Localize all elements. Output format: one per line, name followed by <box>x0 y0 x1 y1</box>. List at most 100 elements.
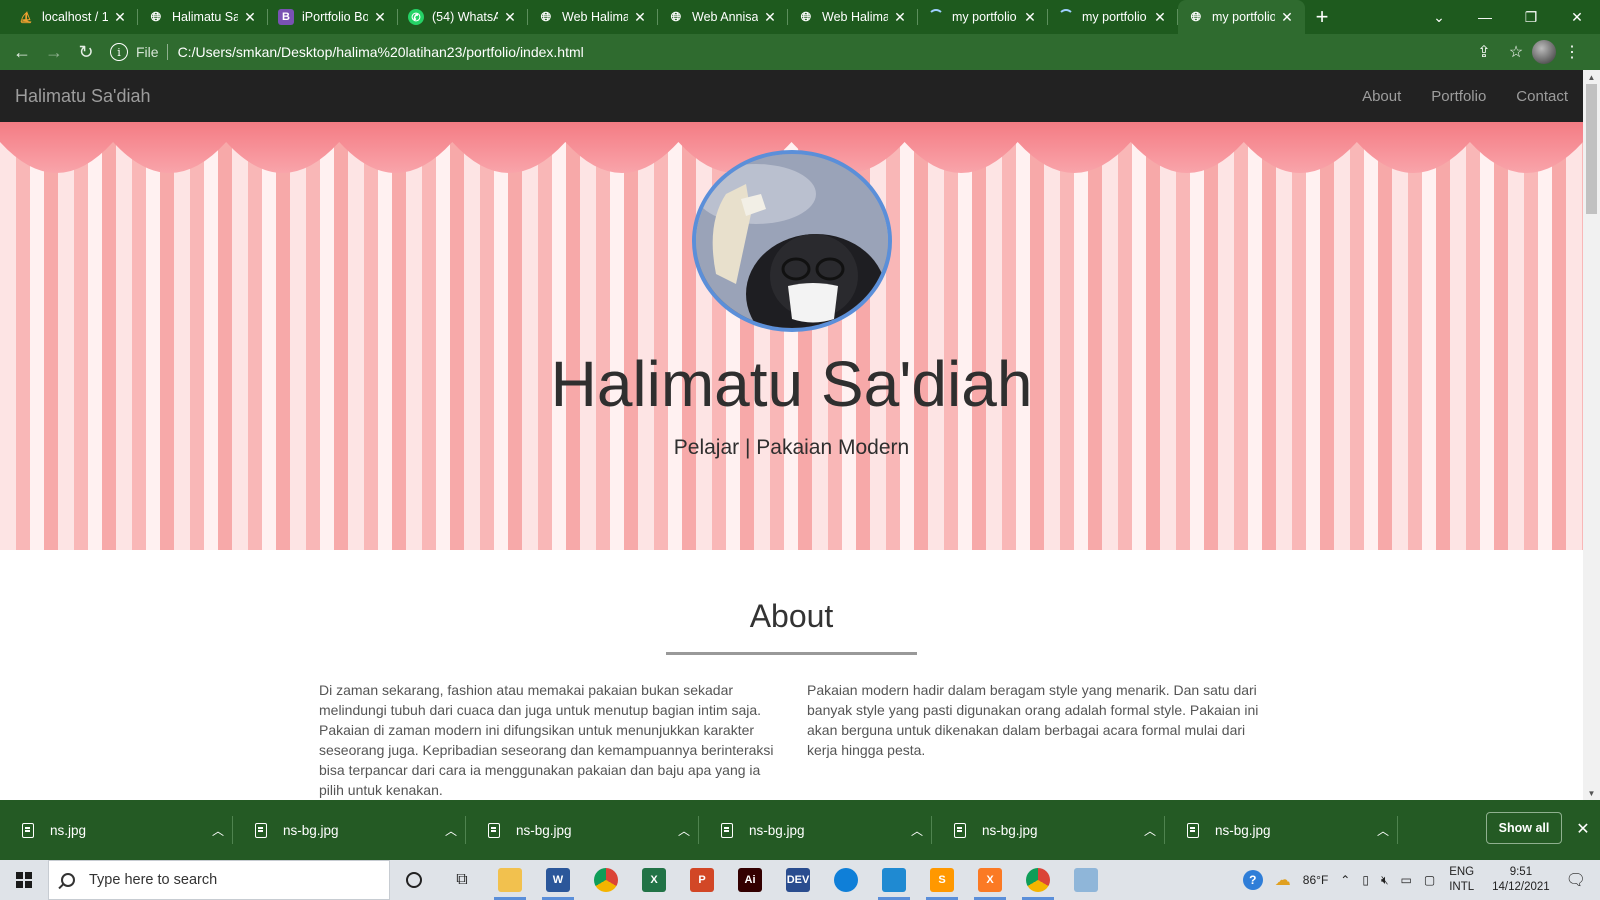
excel-icon: X <box>642 868 666 892</box>
browser-tab-strip: ⛵︎ localhost / 1 ✕ 🌐︎ Halimatu Sa' ✕ BiPortfol… <box>0 0 1600 34</box>
bookmark-star-icon[interactable]: ☆ <box>1500 36 1532 68</box>
taskbar-app[interactable] <box>870 860 918 900</box>
weather-temperature[interactable]: 86°F <box>1303 873 1328 887</box>
forward-button[interactable]: → <box>38 36 70 68</box>
profile-photo-illustration <box>696 154 888 328</box>
task-view-icon: ⧉ <box>456 871 468 888</box>
word-icon: W <box>546 868 570 892</box>
share-icon[interactable]: ⇪ <box>1468 36 1500 68</box>
help-icon[interactable]: ? <box>1242 870 1263 890</box>
start-button[interactable] <box>0 860 48 900</box>
taskbar-app[interactable]: X <box>630 860 678 900</box>
tab-close-icon[interactable]: ✕ <box>892 9 908 25</box>
download-item[interactable]: ns-bg.jpg ︿ <box>466 800 699 860</box>
tab-close-icon[interactable]: ✕ <box>632 9 648 25</box>
close-window-button[interactable]: ✕ <box>1554 0 1600 34</box>
keyboard-layout: INTL <box>1449 881 1475 893</box>
download-item[interactable]: ns-bg.jpg ︿ <box>932 800 1165 860</box>
hero-section: Halimatu Sa'diah Pelajar | Pakaian Moder… <box>0 122 1583 550</box>
show-all-downloads-button[interactable]: Show all <box>1486 812 1562 844</box>
scrollbar-thumb[interactable] <box>1586 84 1597 214</box>
restore-button[interactable]: ❐ <box>1508 0 1554 34</box>
tab-title: (54) WhatsAp <box>432 10 498 24</box>
reload-button[interactable]: ↻ <box>70 36 102 68</box>
download-item[interactable]: ns-bg.jpg ︿ <box>233 800 466 860</box>
url-text[interactable]: C:/Users/smkan/Desktop/halima%20latihan2… <box>178 44 584 60</box>
xampp-icon: X <box>978 868 1002 892</box>
address-bar[interactable]: i File C:/Users/smkan/Desktop/halima%20l… <box>110 38 1468 66</box>
taskbar-search-box[interactable]: Type here to search <box>48 860 390 900</box>
site-info-icon[interactable]: i <box>110 43 128 61</box>
download-item[interactable]: ns-bg.jpg ︿ <box>1165 800 1398 860</box>
taskbar-app[interactable]: X <box>966 860 1014 900</box>
tab-close-icon[interactable]: ✕ <box>502 9 518 25</box>
taskbar-app[interactable]: W <box>534 860 582 900</box>
new-tab-button[interactable]: + <box>1305 0 1339 34</box>
download-options-chevron-icon[interactable]: ︿ <box>1135 822 1165 839</box>
tab-close-icon[interactable]: ✕ <box>1022 9 1038 25</box>
taskbar-clock[interactable]: 9:51 14/12/2021 <box>1492 865 1550 895</box>
download-options-chevron-icon[interactable]: ︿ <box>669 822 699 839</box>
tray-overflow-chevron-icon[interactable]: ⌃ <box>1340 873 1350 887</box>
close-download-shelf-icon[interactable]: ✕ <box>1572 818 1594 840</box>
clock-time: 9:51 <box>1509 866 1533 878</box>
tab-close-icon[interactable]: ✕ <box>762 9 778 25</box>
taskbar-app[interactable] <box>822 860 870 900</box>
file-scheme-label: File <box>136 44 159 60</box>
tab-close-icon[interactable]: ✕ <box>112 9 128 25</box>
tab-close-icon[interactable]: ✕ <box>372 9 388 25</box>
speaker-muted-icon[interactable]: 🔇︎ <box>1381 873 1389 888</box>
taskbar-app[interactable] <box>1014 860 1062 900</box>
browser-tab[interactable]: 🌐︎ Web Annisa ✕ <box>658 0 788 34</box>
browser-tab[interactable]: BiPortfolio Bo ✕ <box>268 0 398 34</box>
tab-close-icon[interactable]: ✕ <box>242 9 258 25</box>
input-language-indicator[interactable]: ENG INTL <box>1449 865 1474 895</box>
notification-center-icon[interactable]: 🗨︎ <box>1566 870 1586 890</box>
loading-spinner-icon <box>1058 9 1074 25</box>
globe-icon: 🌐︎ <box>540 9 552 24</box>
browser-tab[interactable]: 🌐︎ Web Halimat ✕ <box>788 0 918 34</box>
site-brand-link[interactable]: Halimatu Sa'diah <box>15 86 151 107</box>
weather-sun-cloud-icon[interactable]: ☁ <box>1275 870 1291 890</box>
display-icon[interactable]: ▢ <box>1424 873 1435 887</box>
minimize-button[interactable]: — <box>1462 0 1508 34</box>
download-options-chevron-icon[interactable]: ︿ <box>1368 822 1398 839</box>
taskbar-app[interactable]: S <box>918 860 966 900</box>
nav-link-contact[interactable]: Contact <box>1516 88 1568 105</box>
browser-tab[interactable]: my portfolio ✕ <box>1048 0 1178 34</box>
download-options-chevron-icon[interactable]: ︿ <box>436 822 466 839</box>
profile-avatar-icon[interactable] <box>1532 40 1556 64</box>
menu-kebab-icon[interactable]: ⋮ <box>1556 36 1588 68</box>
taskbar-app[interactable] <box>582 860 630 900</box>
cortana-button[interactable] <box>390 860 438 900</box>
nav-link-portfolio[interactable]: Portfolio <box>1431 88 1486 105</box>
download-item[interactable]: ns-bg.jpg ︿ <box>699 800 932 860</box>
taskbar-app[interactable] <box>1062 860 1110 900</box>
back-button[interactable]: ← <box>6 36 38 68</box>
taskbar-app[interactable]: P <box>678 860 726 900</box>
browser-tab[interactable]: 🌐︎ my portfolio ✕ <box>1178 0 1305 34</box>
browser-tab[interactable]: 🌐︎ Web Halima ✕ <box>528 0 658 34</box>
scroll-up-arrow-icon[interactable]: ▲ <box>1583 70 1600 84</box>
browser-tab[interactable]: ⛵︎ localhost / 1 ✕ <box>8 0 138 34</box>
browser-tab[interactable]: my portfolio ✕ <box>918 0 1048 34</box>
powerpoint-icon: P <box>690 868 714 892</box>
bootstrap-icon: B <box>278 9 294 25</box>
task-view-button[interactable]: ⧉ <box>438 860 486 900</box>
download-options-chevron-icon[interactable]: ︿ <box>203 822 233 839</box>
browser-tab[interactable]: 🌐︎ Halimatu Sa' ✕ <box>138 0 268 34</box>
tab-close-icon[interactable]: ✕ <box>1152 9 1168 25</box>
usb-device-icon[interactable]: ▯ <box>1362 873 1369 887</box>
taskbar-app[interactable]: Ai <box>726 860 774 900</box>
scroll-down-arrow-icon[interactable]: ▼ <box>1583 786 1600 800</box>
tab-search-icon[interactable]: ⌄ <box>1416 0 1462 34</box>
page-scrollbar[interactable]: ▲ ▼ <box>1583 70 1600 800</box>
tab-close-icon[interactable]: ✕ <box>1279 9 1295 25</box>
browser-tab[interactable]: ✆ (54) WhatsAp ✕ <box>398 0 528 34</box>
network-icon[interactable]: ▭ <box>1401 873 1412 887</box>
download-item[interactable]: ns.jpg ︿ <box>0 800 233 860</box>
taskbar-app[interactable] <box>486 860 534 900</box>
taskbar-app[interactable]: DEV <box>774 860 822 900</box>
nav-link-about[interactable]: About <box>1362 88 1401 105</box>
download-options-chevron-icon[interactable]: ︿ <box>902 822 932 839</box>
